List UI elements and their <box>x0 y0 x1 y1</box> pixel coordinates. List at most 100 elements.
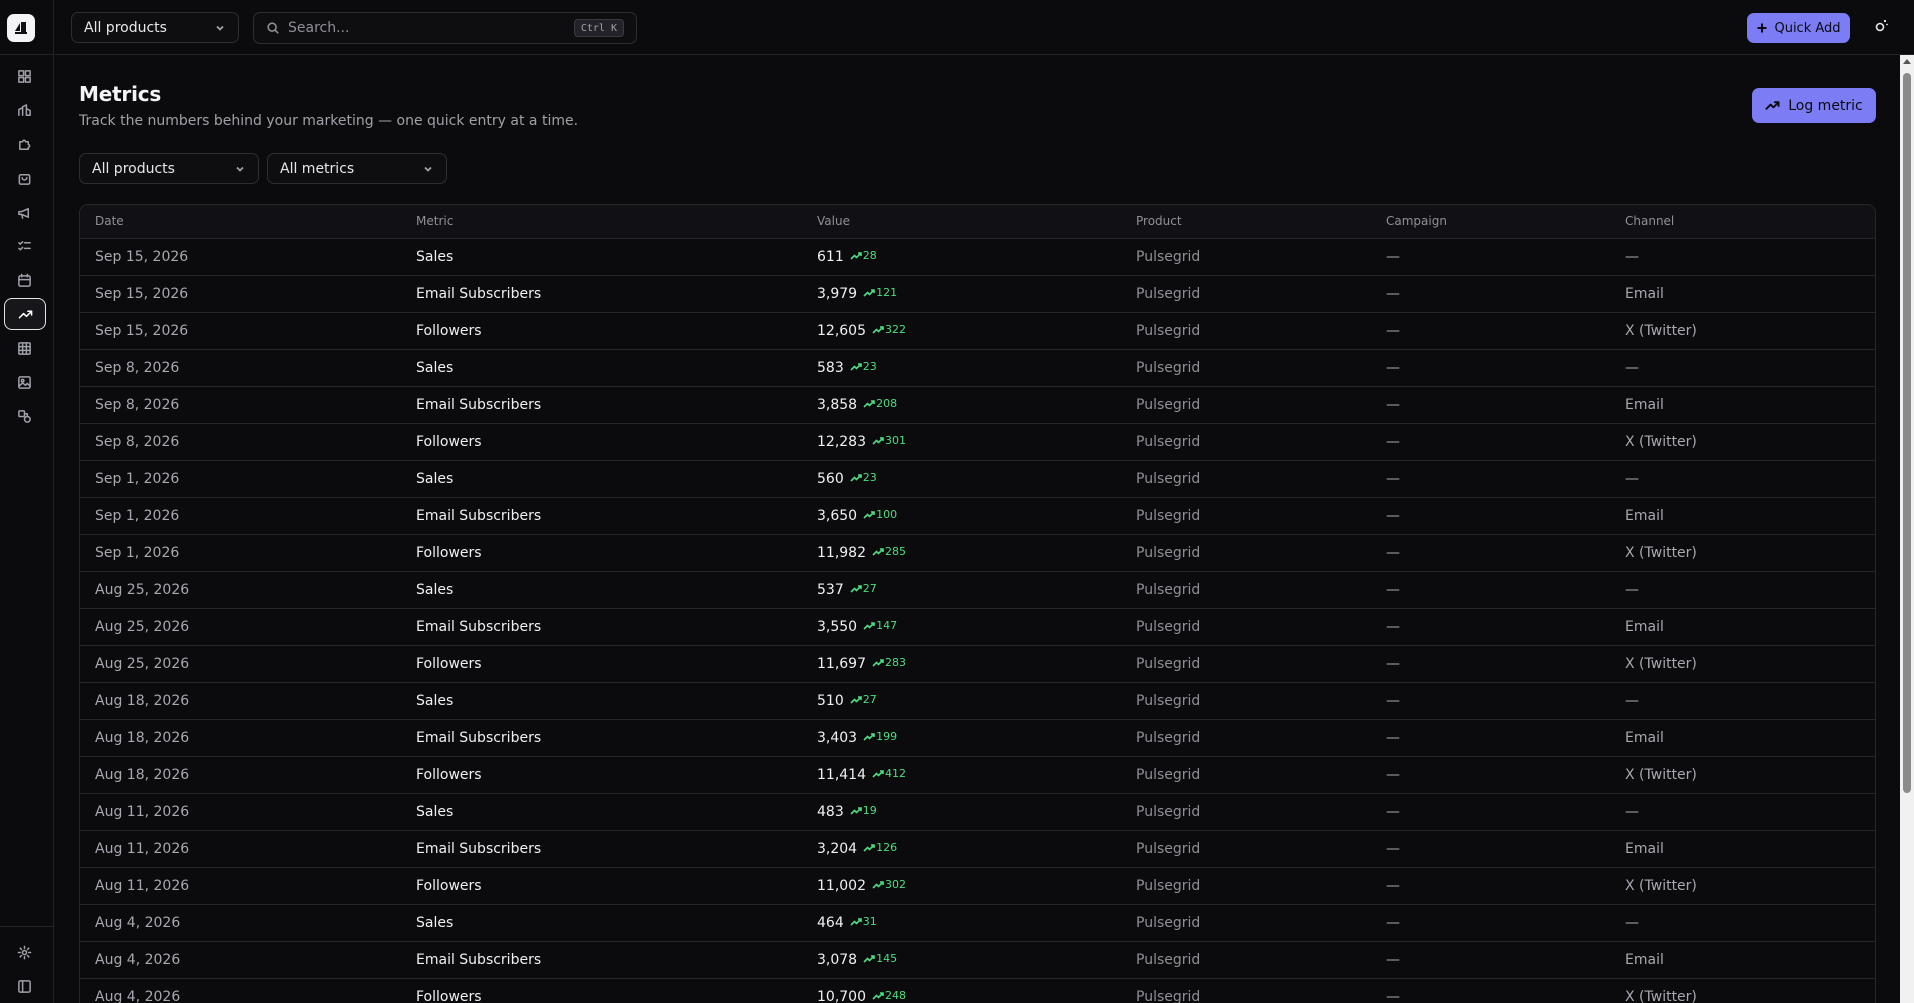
sidebar-item-calendar[interactable] <box>12 268 36 292</box>
trend-up-icon <box>872 658 884 667</box>
table-row[interactable]: Aug 4, 2026 Email Subscribers 3,078 145 Puls… <box>80 941 1875 978</box>
table-row[interactable]: Sep 8, 2026 Email Subscribers 3,858 208 Puls… <box>80 386 1875 423</box>
metric-value: 11,414 <box>817 766 866 783</box>
delta-badge: 285 <box>872 545 906 558</box>
table-row[interactable]: Aug 25, 2026 Email Subscribers 3,550 147 Pul… <box>80 608 1875 645</box>
cell-product: Pulsegrid <box>1136 766 1201 783</box>
cell-date: Sep 15, 2026 <box>95 322 189 339</box>
theme-toggle-button[interactable] <box>1873 18 1893 38</box>
table-row[interactable]: Sep 8, 2026 Followers 12,283 301 Pulsegrid — X… <box>80 423 1875 460</box>
bag-icon <box>18 173 30 185</box>
sidebar-item-collapse[interactable] <box>12 974 36 998</box>
cell-date: Sep 8, 2026 <box>95 359 180 376</box>
column-header-date[interactable]: Date <box>80 205 401 239</box>
cell-channel: — <box>1625 803 1639 820</box>
delta-value: 208 <box>876 397 898 410</box>
cell-campaign: — <box>1386 581 1400 598</box>
metric-value: 11,982 <box>817 544 866 561</box>
table-row[interactable]: Sep 1, 2026 Email Subscribers 3,650 100 Puls… <box>80 497 1875 534</box>
sidebar-item-campaigns[interactable] <box>12 200 36 224</box>
table-row[interactable]: Aug 18, 2026 Followers 11,414 412 Pulsegrid —… <box>80 756 1875 793</box>
product-switcher-label: All products <box>84 19 167 36</box>
table-row[interactable]: Sep 8, 2026 Sales 583 23 Pulsegrid — — <box>80 349 1875 386</box>
page-scrollbar[interactable] <box>1900 55 1914 1003</box>
cell-metric: Email Subscribers <box>416 729 542 746</box>
delta-value: 19 <box>862 804 877 817</box>
log-metric-button[interactable]: Log metric <box>1752 88 1876 123</box>
metric-filter[interactable]: All metrics <box>267 153 447 184</box>
metric-value: 483 <box>817 803 844 820</box>
cell-product: Pulsegrid <box>1136 581 1201 598</box>
metrics-table: Date Metric Value Product Campaign Chann… <box>79 204 1876 1003</box>
cell-channel: Email <box>1625 840 1664 857</box>
search-input[interactable] <box>288 20 568 36</box>
log-metric-label: Log metric <box>1788 97 1863 114</box>
cell-product: Pulsegrid <box>1136 988 1201 1003</box>
table-row[interactable]: Aug 11, 2026 Followers 11,002 302 Pulsegrid —… <box>80 867 1875 904</box>
cell-campaign: — <box>1386 877 1400 894</box>
delta-value: 27 <box>862 582 877 595</box>
sidebar-item-products[interactable] <box>12 98 36 122</box>
table-row[interactable]: Aug 11, 2026 Email Subscribers 3,204 126 Pul… <box>80 830 1875 867</box>
checklist-icon <box>17 240 31 251</box>
table-row[interactable]: Aug 18, 2026 Sales 510 27 Pulsegrid — — <box>80 682 1875 719</box>
cell-date: Aug 25, 2026 <box>95 618 190 635</box>
table-row[interactable]: Aug 4, 2026 Followers 10,700 248 Pulsegrid — X… <box>80 978 1875 1003</box>
delta-badge: 27 <box>850 693 877 706</box>
column-header-channel[interactable]: Channel <box>1610 205 1875 239</box>
delta-value: 301 <box>885 434 906 447</box>
collapse-sidebar-icon <box>17 979 31 993</box>
metric-value: 611 <box>817 248 844 265</box>
table-row[interactable]: Aug 11, 2026 Sales 483 19 Pulsegrid — — <box>80 793 1875 830</box>
metric-value: 537 <box>817 581 844 598</box>
product-switcher[interactable]: All products <box>71 12 239 43</box>
sidebar-item-integrations[interactable] <box>12 132 36 156</box>
table-row[interactable]: Sep 1, 2026 Sales 560 23 Pulsegrid — — <box>80 460 1875 497</box>
product-filter[interactable]: All products <box>79 153 259 184</box>
delta-badge: 322 <box>872 323 906 336</box>
cell-metric: Email Subscribers <box>416 951 542 968</box>
trend-up-icon <box>872 325 884 334</box>
table-row[interactable]: Aug 18, 2026 Email Subscribers 3,403 199 Pul… <box>80 719 1875 756</box>
cell-campaign: — <box>1386 766 1400 783</box>
table-row[interactable]: Sep 1, 2026 Followers 11,982 285 Pulsegrid — X… <box>80 534 1875 571</box>
table-row[interactable]: Sep 15, 2026 Followers 12,605 322 Pulsegrid —… <box>80 312 1875 349</box>
cell-campaign: — <box>1386 988 1400 1003</box>
table-row[interactable]: Aug 4, 2026 Sales 464 31 Pulsegrid — — <box>80 904 1875 941</box>
product-filter-label: All products <box>92 160 175 177</box>
column-header-product[interactable]: Product <box>1121 205 1371 239</box>
column-header-campaign[interactable]: Campaign <box>1371 205 1610 239</box>
cell-channel: — <box>1625 248 1639 265</box>
sidebar-item-tasks[interactable] <box>12 234 36 258</box>
trend-up-icon <box>863 510 875 519</box>
sidebar-item-metrics[interactable] <box>4 298 46 330</box>
global-search[interactable]: Ctrl K <box>253 12 637 44</box>
metric-value: 3,979 <box>817 285 858 302</box>
table-row[interactable]: Sep 15, 2026 Sales 611 28 Pulsegrid — — <box>80 238 1875 275</box>
column-header-value[interactable]: Value <box>802 205 1121 239</box>
cell-value: 510 27 <box>802 682 1121 719</box>
table-row[interactable]: Sep 15, 2026 Email Subscribers 3,979 121 Pul… <box>80 275 1875 312</box>
cell-campaign: — <box>1386 285 1400 302</box>
quick-add-button[interactable]: Quick Add <box>1747 13 1850 43</box>
sun-moon-icon <box>1875 20 1888 32</box>
sidebar-item-shop[interactable] <box>12 166 36 190</box>
app-logo[interactable] <box>7 14 35 42</box>
column-header-metric[interactable]: Metric <box>401 205 802 239</box>
sidebar-item-assets[interactable] <box>12 404 36 428</box>
delta-value: 199 <box>876 730 898 743</box>
metric-value: 10,700 <box>817 988 866 1003</box>
table-row[interactable]: Aug 25, 2026 Followers 11,697 283 Pulsegrid —… <box>80 645 1875 682</box>
table-row[interactable]: Aug 25, 2026 Sales 537 27 Pulsegrid — — <box>80 571 1875 608</box>
delta-badge: 302 <box>872 878 906 891</box>
sidebar-item-tables[interactable] <box>12 336 36 360</box>
sidebar-item-settings[interactable] <box>12 940 36 964</box>
scroll-up-arrow[interactable] <box>1903 59 1911 64</box>
delta-value: 23 <box>862 471 877 484</box>
cell-product: Pulsegrid <box>1136 692 1201 709</box>
cell-metric: Followers <box>416 988 482 1003</box>
sidebar-item-dashboard[interactable] <box>12 64 36 88</box>
cell-product: Pulsegrid <box>1136 433 1201 450</box>
sidebar-item-media[interactable] <box>12 370 36 394</box>
scroll-thumb[interactable] <box>1903 73 1911 793</box>
